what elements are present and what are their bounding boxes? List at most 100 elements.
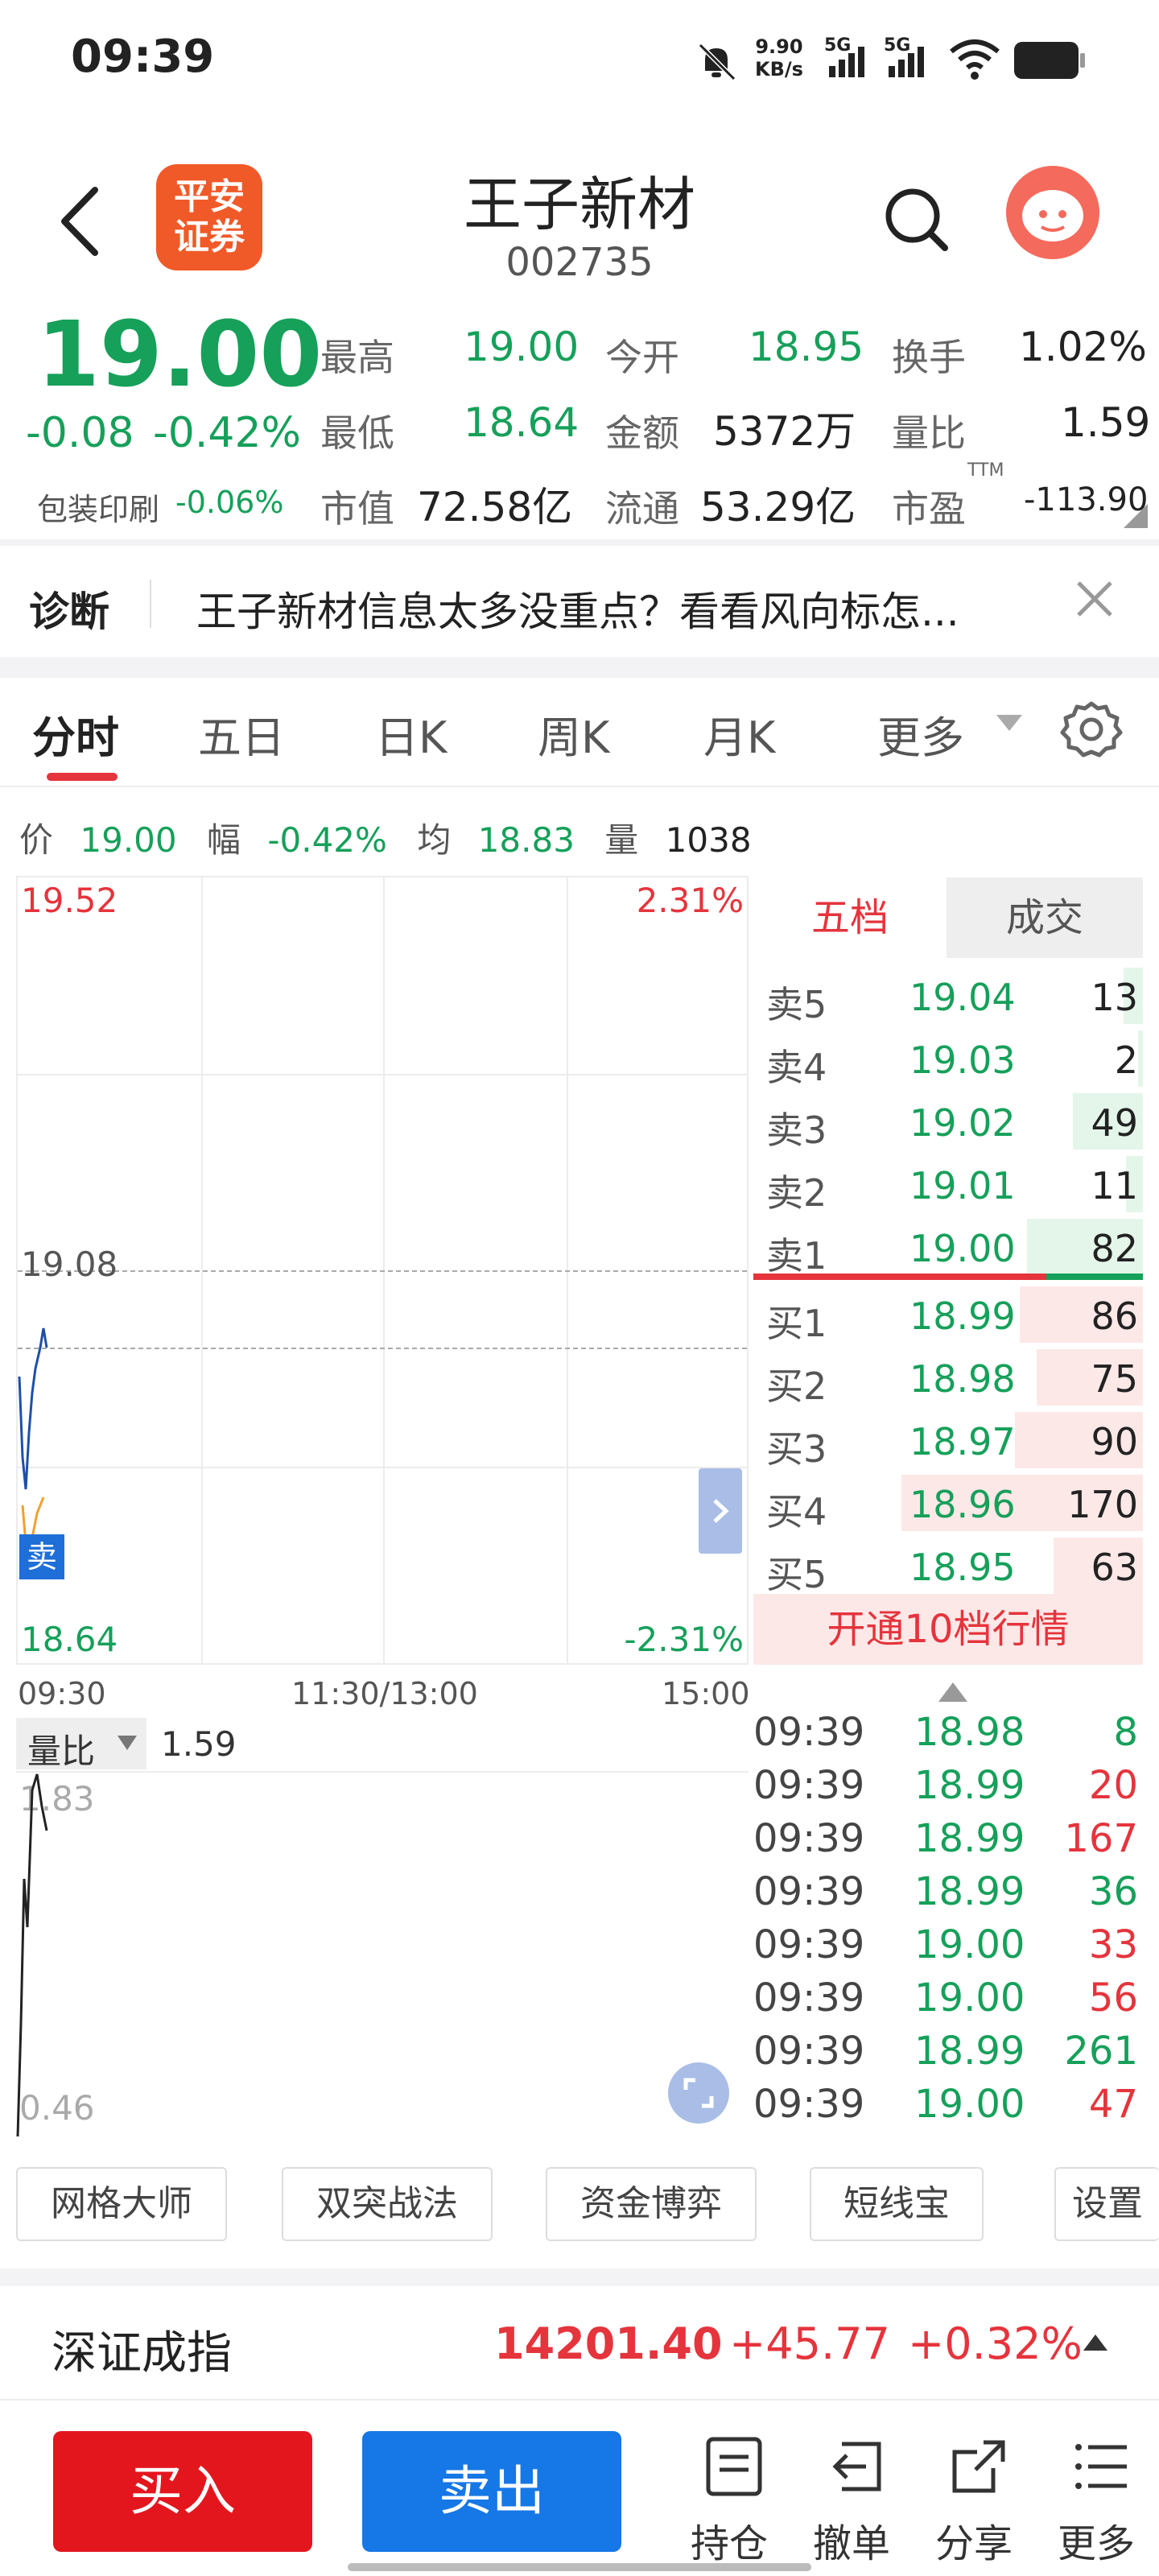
trade-volume: 56	[1088, 1975, 1138, 2021]
positions-label: 持仓	[691, 2521, 769, 2566]
fullscreen-icon[interactable]	[668, 2062, 729, 2124]
more-label: 更多	[1058, 2521, 1136, 2566]
share-icon	[948, 2436, 1009, 2500]
undo-icon	[826, 2436, 887, 2500]
level-price: 18.98	[909, 1357, 1016, 1401]
chevron-down-icon[interactable]	[995, 713, 1024, 736]
net-speed-unit: KB/s	[755, 58, 803, 80]
order-level-row[interactable]: 买5 18.95 63	[753, 1536, 1143, 1596]
level-price: 19.01	[909, 1164, 1016, 1208]
trade-volume: 261	[1064, 2029, 1138, 2074]
y-axis-mid: 19.08	[21, 1245, 118, 1284]
search-icon[interactable]	[881, 184, 953, 259]
home-indicator[interactable]	[348, 2563, 811, 2571]
divider	[0, 657, 1159, 678]
info-avg: 18.83	[477, 820, 575, 860]
share-button[interactable]: 分享	[929, 2436, 1025, 2573]
intraday-price-chart[interactable]: 19.52 2.31% 19.08 18.64 -2.31% 卖	[16, 876, 749, 1665]
tab-trades[interactable]: 成交	[947, 877, 1143, 958]
order-level-row[interactable]: 买2 18.98 75	[753, 1348, 1143, 1408]
sell-marker[interactable]: 卖	[19, 1534, 64, 1579]
trade-volume: 47	[1088, 2082, 1138, 2127]
diagnose-text[interactable]: 王子新材信息太多没重点？看看风向标怎...	[196, 580, 1066, 638]
sector-name[interactable]: 包装印刷	[37, 485, 159, 529]
tab-daily-k[interactable]: 日K	[375, 702, 447, 766]
trade-row: 09:39 18.99 36	[753, 1866, 1143, 1918]
level-label: 买1	[766, 1302, 827, 1345]
settings-gear-icon[interactable]	[1059, 697, 1124, 765]
trade-time: 09:39	[753, 1922, 865, 1967]
tab-weekly-k[interactable]: 周K	[538, 702, 609, 766]
stat-value-open: 18.95	[749, 324, 864, 370]
level-label: 卖5	[766, 983, 827, 1026]
more-button[interactable]: 更多	[1051, 2436, 1148, 2573]
order-level-row[interactable]: 卖2 19.01 11	[753, 1154, 1143, 1215]
page-title: 王子新材	[463, 171, 695, 238]
stat-label-low: 最低	[320, 411, 394, 455]
tool-fund-game[interactable]: 资金博弈	[546, 2167, 757, 2241]
intraday-info-bar: 价 19.00 幅 -0.42% 均 18.83 量 1038	[19, 813, 752, 862]
order-level-row[interactable]: 卖4 19.03 2	[753, 1029, 1143, 1089]
tab-monthly-k[interactable]: 月K	[703, 702, 775, 766]
tool-short-term[interactable]: 短线宝	[810, 2167, 984, 2241]
stat-value-high: 19.00	[464, 324, 580, 370]
tab-more[interactable]: 更多	[877, 702, 964, 766]
trade-time: 09:39	[753, 1975, 865, 2021]
order-level-row[interactable]: 买3 18.97 90	[753, 1410, 1143, 1471]
level-volume: 13	[1091, 976, 1138, 1019]
stat-label-pe: 市盈	[892, 487, 966, 530]
divider	[0, 2268, 1159, 2286]
y-axis-top-pct: 2.31%	[636, 881, 744, 920]
tool-settings[interactable]: 设置	[1054, 2167, 1159, 2241]
x-axis-mid: 11:30/13:00	[291, 1676, 478, 1711]
order-level-row[interactable]: 买1 18.99 86	[753, 1285, 1143, 1345]
spread-bar-red	[753, 1274, 1046, 1280]
order-level-row[interactable]: 卖5 19.04 13	[753, 966, 1143, 1026]
level-volume: 90	[1091, 1420, 1138, 1463]
expand-panel-handle[interactable]	[699, 1468, 742, 1554]
level-price: 19.00	[909, 1227, 1016, 1270]
trade-row: 09:39 18.99 20	[753, 1760, 1143, 1811]
positions-button[interactable]: 持仓	[684, 2436, 781, 2573]
order-level-row[interactable]: 买4 18.96 170	[753, 1473, 1143, 1534]
level-label: 卖2	[766, 1171, 827, 1215]
cancel-order-button[interactable]: 撤单	[806, 2436, 903, 2573]
trade-price: 18.99	[914, 1816, 1025, 1861]
tab-five-day[interactable]: 五日	[198, 702, 285, 766]
trade-time: 09:39	[753, 1763, 865, 1808]
upgrade-level10-button[interactable]: 开通10档行情	[753, 1594, 1143, 1665]
stat-value-low: 18.64	[464, 399, 580, 446]
scroll-up-icon[interactable]	[937, 1681, 969, 1707]
close-icon[interactable]	[1070, 575, 1119, 626]
buy-button[interactable]: 买入	[53, 2431, 312, 2552]
price-line	[18, 1327, 48, 1490]
level-label: 买3	[766, 1427, 827, 1471]
level-volume: 49	[1091, 1101, 1138, 1145]
level-volume: 11	[1091, 1164, 1138, 1208]
index-ticker[interactable]: 深证成指 14201.40 +45.77 +0.32%	[0, 2286, 1159, 2399]
sell-button[interactable]: 卖出	[362, 2431, 621, 2552]
trade-price: 19.00	[914, 1975, 1025, 2021]
info-price-label: 价	[19, 820, 54, 860]
wifi-icon	[948, 37, 1001, 85]
expand-corner-icon[interactable]	[1124, 504, 1148, 531]
tool-double-breakout[interactable]: 双突战法	[282, 2167, 493, 2241]
info-range-label: 幅	[206, 820, 241, 860]
tab-active-indicator	[47, 773, 118, 781]
trade-price: 19.00	[914, 2082, 1025, 2127]
volume-ratio-chart[interactable]: 量比 1.59 1.83 0.46	[16, 1718, 749, 2145]
order-level-row[interactable]: 卖3 19.02 49	[753, 1092, 1143, 1152]
menu-icon	[1070, 2436, 1132, 2500]
trade-price: 18.99	[914, 2029, 1025, 2074]
tab-intraday[interactable]: 分时	[32, 702, 119, 766]
tab-five-levels[interactable]: 五档	[753, 877, 947, 958]
assistant-avatar-icon[interactable]	[1006, 166, 1099, 259]
trade-time: 09:39	[753, 1816, 865, 1861]
diagnose-banner[interactable]: 诊断 王子新材信息太多没重点？看看风向标怎...	[0, 547, 1159, 660]
tool-grid-master[interactable]: 网格大师	[16, 2167, 227, 2241]
index-name: 深证成指	[52, 2327, 232, 2380]
price-change-pct: -0.42%	[153, 409, 301, 457]
order-level-row[interactable]: 卖1 19.00 82	[753, 1217, 1143, 1278]
spread-bar-green	[1046, 1274, 1143, 1280]
mute-icon	[694, 39, 739, 87]
